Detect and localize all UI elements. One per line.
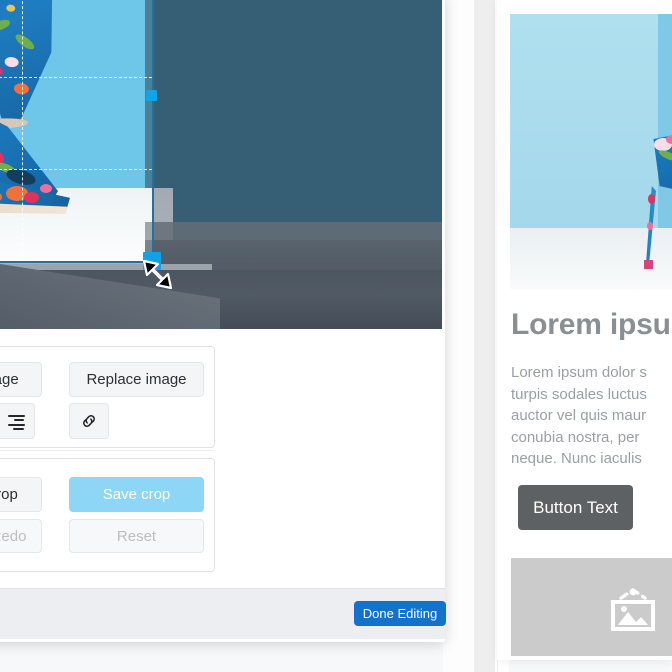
panel-divider [0, 450, 213, 451]
align-right-button[interactable] [0, 403, 35, 439]
crop-grid-line-h2 [0, 169, 152, 170]
done-editing-button[interactable]: Done Editing [354, 601, 446, 626]
crop-handle-right[interactable] [146, 90, 157, 101]
preview-paragraph-line: turpis sodales luctus [511, 385, 647, 403]
replace-image-button[interactable]: Replace image [69, 362, 204, 397]
resize-diagonal-cursor [142, 259, 173, 290]
redo-button[interactable]: Redo [0, 519, 42, 553]
preview-crop-button[interactable]: Preview crop [0, 477, 42, 512]
preview-hero-image[interactable] [510, 14, 672, 289]
save-crop-button[interactable]: Save crop [69, 477, 204, 512]
preview-paragraph-line: neque. Nunc iaculis [511, 450, 642, 467]
background-gap-col-1 [443, 0, 474, 672]
reset-button[interactable]: Reset [69, 519, 204, 553]
crop-selection[interactable] [0, 0, 161, 270]
app-root: to fit Delete image Replace image [0, 0, 672, 672]
background-gap-col-2 [474, 0, 495, 672]
image-editor-body: to fit Delete image Replace image [0, 0, 445, 588]
preview-paragraph-line: Lorem ipsum dolor s [511, 364, 647, 381]
image-editor-modal: to fit Delete image Replace image [0, 0, 445, 642]
crop-grid-line-v2 [22, 0, 23, 261]
image-stage[interactable] [0, 0, 442, 329]
preview-cta-button[interactable]: Button Text [518, 485, 633, 530]
page-preview: Lorem ipsu Lorem ipsum dolor s turpis so… [497, 0, 672, 660]
align-right-icon [7, 414, 25, 431]
preview-paragraph-line: conubia nostra, per [511, 428, 640, 446]
preview-paragraph-line: auctor vel quis maur [511, 407, 647, 424]
preview-heading: Lorem ipsu [511, 308, 671, 341]
preview-image-placeholder[interactable] [511, 558, 672, 656]
link-icon [83, 415, 95, 427]
delete-image-button[interactable]: Delete image [0, 362, 42, 397]
image-placeholder-icon [611, 588, 655, 631]
editor-footer: Done Editing [0, 588, 446, 639]
crop-actions-panel [0, 458, 215, 572]
preview-paragraph: Lorem ipsum dolor s turpis sodales luctu… [511, 362, 672, 470]
link-button[interactable] [69, 403, 109, 439]
crop-grid-line-h1 [0, 77, 152, 78]
alignment-button-group [0, 403, 35, 439]
